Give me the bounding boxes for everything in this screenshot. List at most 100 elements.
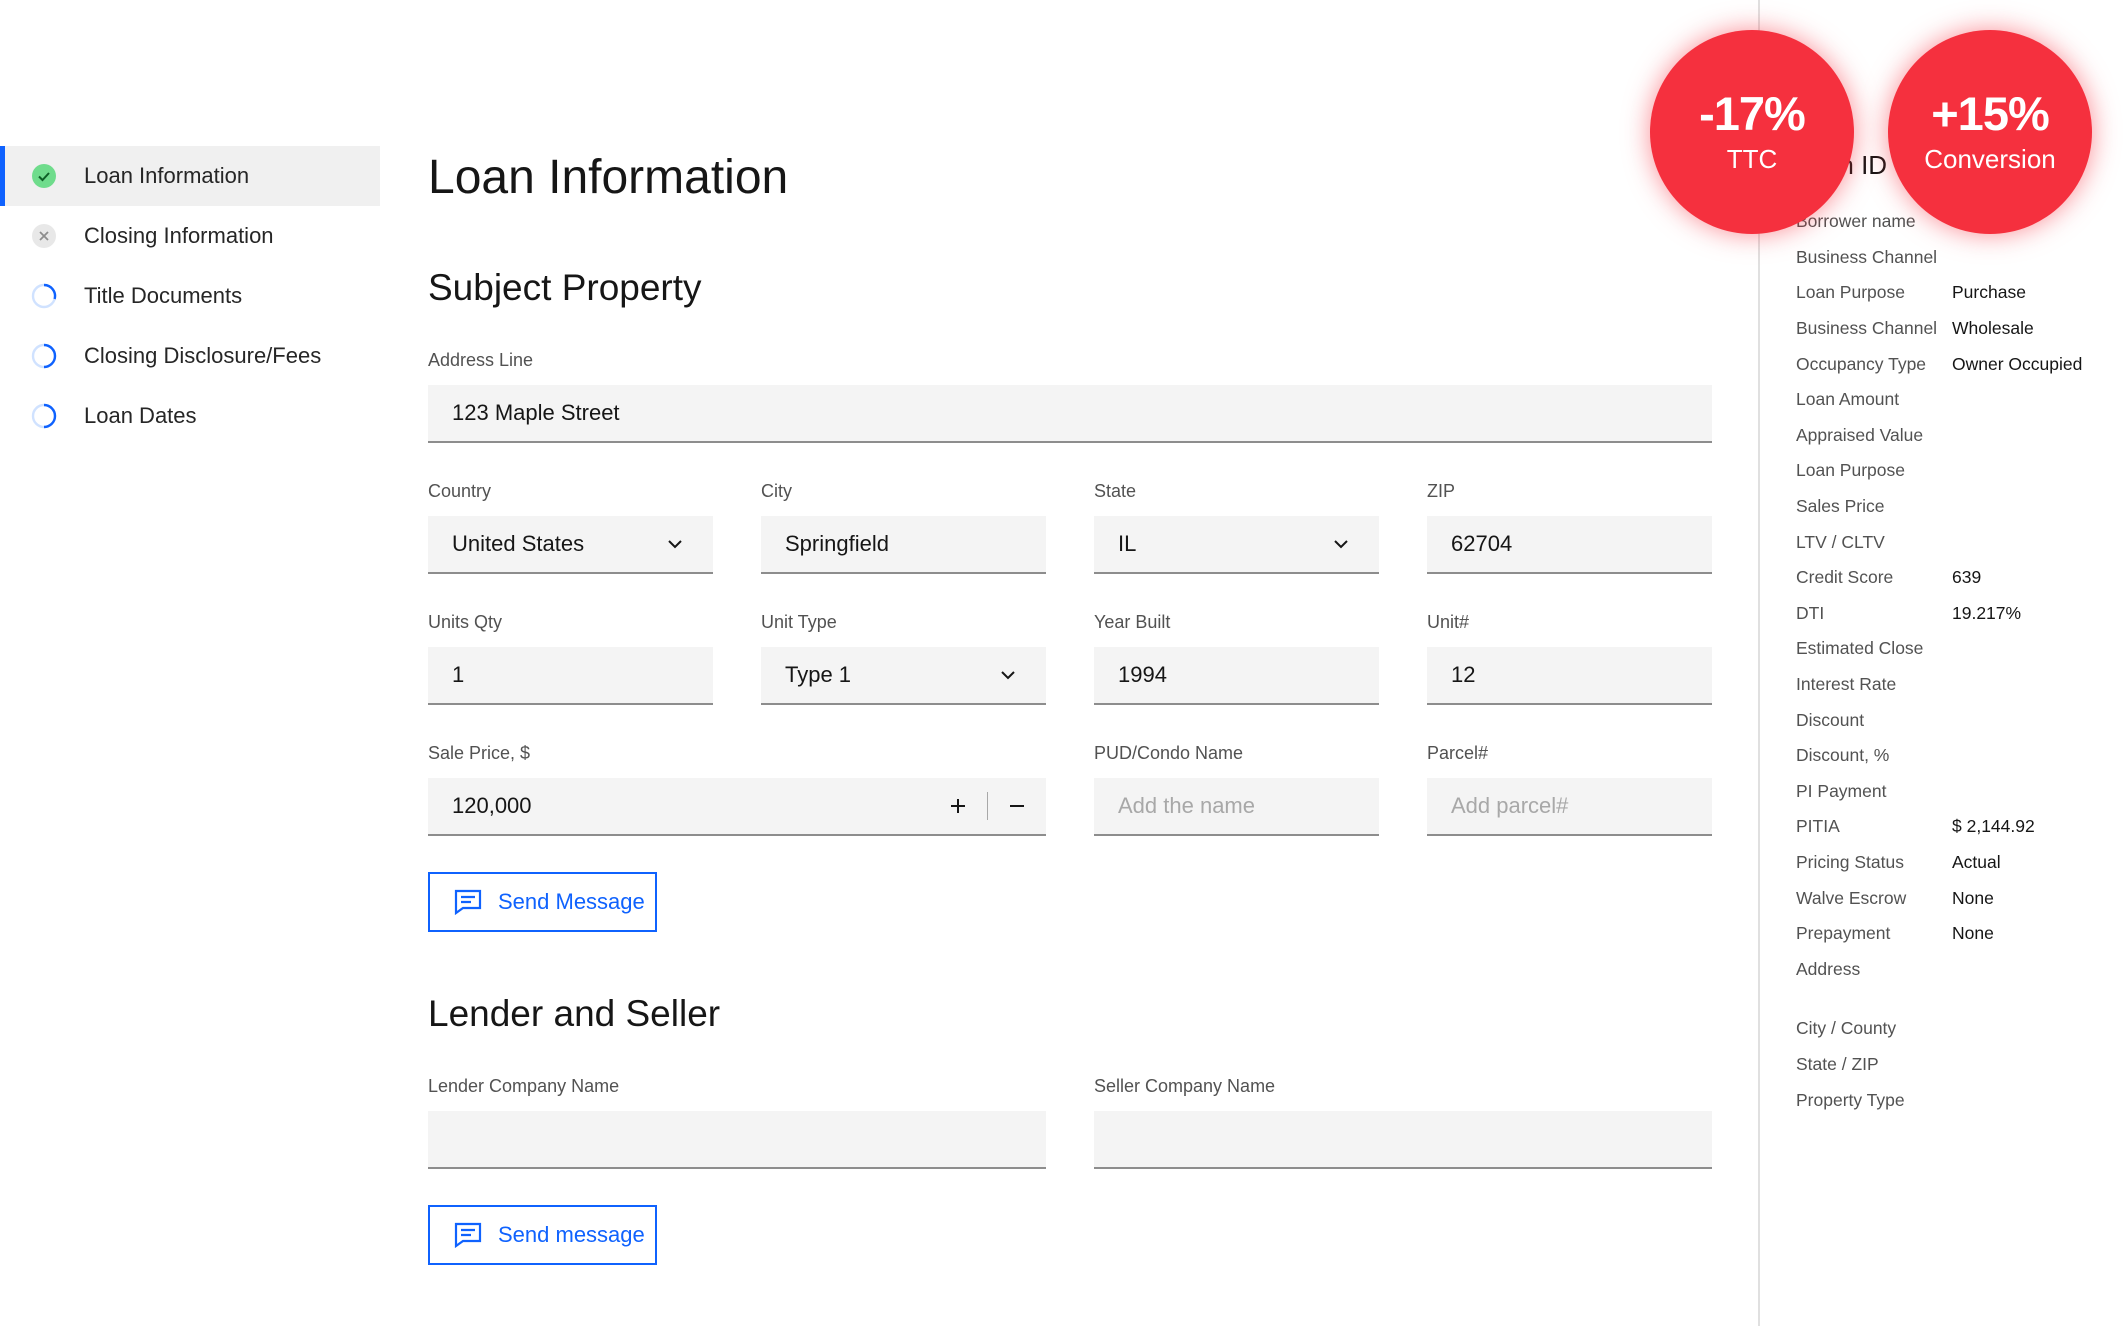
sidebar-item-label: Closing Information xyxy=(84,223,274,248)
summary-key: Loan Purpose xyxy=(1796,460,1905,481)
unit-type-group: Unit Type Type 1 xyxy=(761,610,1046,705)
pud-condo-input[interactable]: Add the name xyxy=(1094,778,1379,836)
summary-row: Estimated Close xyxy=(1796,631,2128,667)
sale-price-group: Sale Price, $ 120,000 xyxy=(428,741,1046,836)
summary-key: LTV / CLTV xyxy=(1796,531,1885,552)
summary-row: Business Channel Wholesale xyxy=(1796,311,2128,347)
sidebar-item-closing-information[interactable]: Closing Information xyxy=(0,206,380,266)
seller-company-input[interactable] xyxy=(1094,1111,1712,1169)
zip-input[interactable]: 62704 xyxy=(1427,516,1712,574)
city-label: City xyxy=(761,481,792,501)
section-title-subject-property: Subject Property xyxy=(428,267,702,308)
units-qty-value: 1 xyxy=(452,662,465,687)
summary-key: Business Channel xyxy=(1796,318,1938,339)
summary-row: Sales Price xyxy=(1796,489,2128,525)
unit-number-label: Unit# xyxy=(1427,612,1470,632)
units-qty-input[interactable]: 1 xyxy=(428,647,713,705)
year-built-group: Year Built 1994 xyxy=(1094,610,1379,705)
unit-number-input[interactable]: 12 xyxy=(1427,647,1712,705)
parcel-placeholder: Add parcel# xyxy=(1451,793,1569,818)
summary-row: Loan Purpose xyxy=(1796,453,2128,489)
parcel-input[interactable]: Add parcel# xyxy=(1427,778,1712,836)
lender-company-input[interactable] xyxy=(428,1111,1046,1169)
seller-company-label: Seller Company Name xyxy=(1094,1076,1276,1096)
chevron-down-icon xyxy=(1334,540,1348,549)
unit-number-group: Unit# 12 xyxy=(1427,610,1712,705)
chevron-down-icon xyxy=(1001,671,1015,680)
unit-type-select[interactable]: Type 1 xyxy=(761,647,1046,705)
address-line-label: Address Line xyxy=(428,350,534,370)
city-value: Springfield xyxy=(785,531,889,556)
summary-row: Occupancy Type Owner Occupied xyxy=(1796,346,2128,382)
price-row: Sale Price, $ 120,000 PUD/Condo Name Add… xyxy=(428,741,1712,836)
address-line-input[interactable]: 123 Maple Street xyxy=(428,385,1712,443)
summary-row: PI Payment xyxy=(1796,774,2128,810)
summary-key: Interest Rate xyxy=(1796,674,1897,695)
state-value: IL xyxy=(1118,531,1137,556)
summary-value: Owner Occupied xyxy=(1952,353,2083,374)
summary-value: Actual xyxy=(1952,851,2001,872)
units-qty-group: Units Qty 1 xyxy=(428,610,713,705)
units-qty-label: Units Qty xyxy=(428,612,503,632)
sale-price-value: 120,000 xyxy=(452,793,532,818)
sidebar-item-label: Loan Dates xyxy=(84,403,197,428)
zip-label: ZIP xyxy=(1427,481,1456,501)
sidebar-item-title-documents[interactable]: Title Documents xyxy=(0,266,380,326)
summary-row: Business Channel xyxy=(1796,240,2128,276)
chat-icon xyxy=(454,889,482,915)
parcel-group: Parcel# Add parcel# xyxy=(1427,741,1712,836)
conversion-badge-value: +15% xyxy=(1931,87,2050,140)
decrement-button[interactable] xyxy=(988,778,1046,834)
country-select[interactable]: United States xyxy=(428,516,713,574)
city-input[interactable]: Springfield xyxy=(761,516,1046,574)
sidebar-item-closing-disclosure-fees[interactable]: Closing Disclosure/Fees xyxy=(0,326,380,386)
summary-row: Property Type xyxy=(1796,1082,2128,1118)
year-built-label: Year Built xyxy=(1094,612,1171,632)
summary-key: Estimated Close xyxy=(1796,638,1924,659)
unit-row: Units Qty 1 Unit Type Type 1 Year Built … xyxy=(428,610,1712,705)
year-built-input[interactable]: 1994 xyxy=(1094,647,1379,705)
summary-row: Address xyxy=(1796,951,2128,987)
loan-summary-list: Borrower name Business Channel Loan Purp… xyxy=(1796,204,2128,1118)
summary-key: Walve Escrow xyxy=(1796,887,1907,908)
summary-key: Business Channel xyxy=(1796,246,1938,267)
country-group: Country United States xyxy=(428,479,713,574)
close-circle-icon xyxy=(30,222,58,250)
summary-key: Discount, % xyxy=(1796,745,1890,766)
summary-key: Discount xyxy=(1796,709,1865,730)
unit-type-label: Unit Type xyxy=(761,612,837,632)
pud-condo-group: PUD/Condo Name Add the name xyxy=(1094,741,1379,836)
plus-icon xyxy=(951,799,965,813)
summary-key: Appraised Value xyxy=(1796,424,1924,445)
send-message-button-lender[interactable]: Send message xyxy=(428,1205,657,1265)
summary-key: Prepayment xyxy=(1796,923,1891,944)
summary-key: Address xyxy=(1796,958,1861,979)
summary-key: DTI xyxy=(1796,602,1825,623)
summary-value: Wholesale xyxy=(1952,318,2034,339)
increment-button[interactable] xyxy=(929,778,987,834)
sale-price-label: Sale Price, $ xyxy=(428,743,531,763)
summary-key: State / ZIP xyxy=(1796,1053,1879,1074)
summary-row: Credit Score 639 xyxy=(1796,560,2128,596)
pud-condo-placeholder: Add the name xyxy=(1118,793,1255,818)
lender-company-label: Lender Company Name xyxy=(428,1076,620,1096)
send-message-label: Send message xyxy=(498,1222,645,1247)
pud-condo-label: PUD/Condo Name xyxy=(1094,743,1244,763)
conversion-badge-label: Conversion xyxy=(1924,144,2056,174)
summary-row: Loan Purpose Purchase xyxy=(1796,275,2128,311)
seller-company-group: Seller Company Name xyxy=(1094,1074,1712,1169)
sidebar-item-loan-dates[interactable]: Loan Dates xyxy=(0,386,380,446)
progress-circle-icon xyxy=(30,402,58,430)
summary-value: None xyxy=(1952,887,1994,908)
sale-price-stepper[interactable]: 120,000 xyxy=(428,778,1046,836)
summary-key: City / County xyxy=(1796,1018,1897,1039)
send-message-button[interactable]: Send Message xyxy=(428,872,657,932)
ttc-badge-value: -17% xyxy=(1699,87,1806,140)
state-select[interactable]: IL xyxy=(1094,516,1379,574)
chevron-down-icon xyxy=(668,540,682,549)
summary-key: Loan Purpose xyxy=(1796,282,1905,303)
unit-number-value: 12 xyxy=(1451,662,1476,687)
sidebar-item-loan-information[interactable]: Loan Information xyxy=(0,146,380,206)
summary-value: Purchase xyxy=(1952,282,2026,303)
summary-value: $ 2,144.92 xyxy=(1952,816,2035,837)
